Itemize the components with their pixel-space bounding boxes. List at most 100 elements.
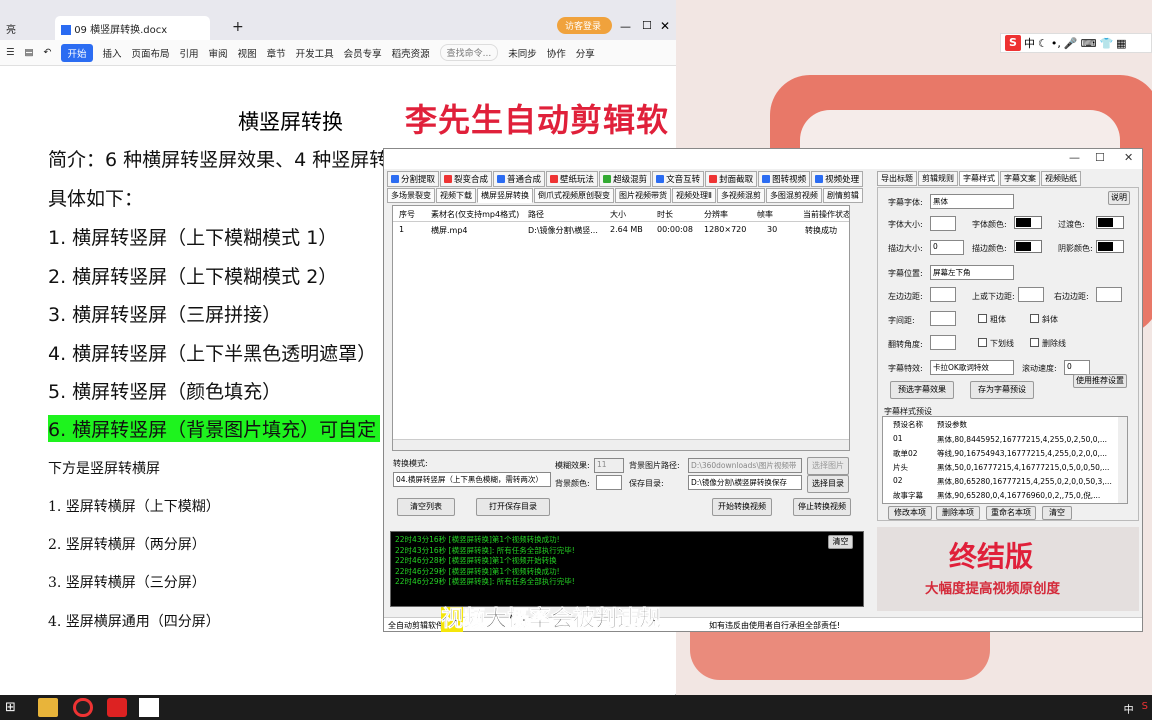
- col-header[interactable]: 序号: [399, 209, 415, 220]
- maximize-icon[interactable]: ☐: [1095, 151, 1105, 164]
- clear-log-button[interactable]: 清空: [828, 535, 853, 549]
- ime-toolbar[interactable]: S 中 ☾ •, 🎤 ⌨ 👕 ▦: [1000, 33, 1152, 53]
- sync-status[interactable]: 未同步: [508, 46, 537, 60]
- mic-icon[interactable]: 🎤: [1064, 37, 1078, 50]
- tab-merge[interactable]: 普通合成: [493, 171, 546, 187]
- preset-col-header[interactable]: 预设参数: [937, 419, 967, 430]
- clear-list-button[interactable]: 清空列表: [397, 498, 455, 516]
- blur-input[interactable]: 11: [594, 458, 624, 473]
- punct-icon[interactable]: •,: [1051, 37, 1061, 50]
- tab-partial[interactable]: 亮: [0, 16, 22, 40]
- table-cell[interactable]: D:\镜像分割\横竖...: [528, 225, 606, 236]
- moon-icon[interactable]: ☾: [1038, 37, 1048, 50]
- transition-color-select[interactable]: [1096, 216, 1124, 229]
- font-color-select[interactable]: [1014, 216, 1042, 229]
- grid-icon[interactable]: ▦: [1116, 37, 1126, 50]
- clear-presets-button[interactable]: 清空: [1042, 506, 1072, 520]
- subtab[interactable]: 视频下载: [436, 188, 476, 203]
- new-tab-button[interactable]: +: [226, 14, 250, 38]
- close-icon[interactable]: ✕: [660, 19, 670, 33]
- bg-color-select[interactable]: [596, 475, 622, 490]
- tab-img-video[interactable]: 图转视频: [758, 171, 811, 187]
- select-image-button[interactable]: 选择图片: [807, 457, 849, 475]
- preview-button[interactable]: 预选字幕效果: [890, 381, 954, 399]
- subtab[interactable]: 剧情剪辑: [822, 188, 863, 203]
- save-preset-button[interactable]: 存为字幕预设: [970, 381, 1034, 399]
- col-header[interactable]: 当前操作状态: [803, 209, 849, 220]
- tab-wallpaper[interactable]: 壁纸玩法: [546, 171, 599, 187]
- preset-name[interactable]: 01: [893, 434, 903, 443]
- preset-col-header[interactable]: 预设名称: [893, 419, 923, 430]
- col-header[interactable]: 大小: [610, 209, 626, 220]
- subtab[interactable]: 多图混剪视频: [765, 188, 822, 203]
- col-header[interactable]: 帧率: [757, 209, 773, 220]
- subtab[interactable]: 多场景裂变: [387, 188, 435, 203]
- mode-select[interactable]: 04.横屏转竖屏（上下黑色模糊，需转两次）: [393, 472, 551, 487]
- undo-icon[interactable]: ↶: [44, 47, 52, 58]
- subtab[interactable]: 图片视频带货: [615, 188, 671, 203]
- search-input[interactable]: 查找命令...: [439, 44, 499, 61]
- horizontal-scrollbar[interactable]: [393, 439, 849, 450]
- spacing-input[interactable]: [930, 311, 956, 326]
- preset-name[interactable]: 02: [893, 476, 903, 485]
- maximize-icon[interactable]: ☐: [642, 19, 652, 32]
- minimize-icon[interactable]: —: [1069, 151, 1080, 164]
- record-icon[interactable]: [73, 698, 93, 717]
- file-explorer-icon[interactable]: [38, 698, 58, 717]
- preset-params[interactable]: 黑体,50,0,16777215,4,16777215,0,5,0,0,50,.…: [937, 462, 1109, 473]
- menu-layout[interactable]: 页面布局: [132, 46, 170, 60]
- file-icon[interactable]: ▤: [25, 47, 34, 58]
- subtab[interactable]: 视频处理Ⅱ: [672, 188, 716, 203]
- use-default-button[interactable]: 使用推荐设置: [1073, 374, 1127, 388]
- file-table[interactable]: 序号 素材名(仅支持mp4格式) 路径 大小 时长 分辨率 帧率 当前操作状态 …: [392, 205, 850, 451]
- preset-params[interactable]: 黑体,80,8445952,16777215,4,255,0,2,50,0,..…: [937, 434, 1107, 445]
- table-cell[interactable]: 2.64 MB: [610, 225, 643, 234]
- keyboard-icon[interactable]: ⌨: [1081, 37, 1097, 50]
- close-icon[interactable]: ✕: [1124, 151, 1133, 164]
- skin-icon[interactable]: 👕: [1099, 37, 1113, 50]
- col-header[interactable]: 分辨率: [704, 209, 728, 220]
- menu-reference[interactable]: 引用: [180, 46, 199, 60]
- preset-name[interactable]: 故事字幕: [893, 490, 923, 501]
- tray-ime-icon[interactable]: S: [1142, 701, 1148, 716]
- tab-text-audio[interactable]: 文音互转: [652, 171, 705, 187]
- subtab-active[interactable]: 横屏竖屏转换: [477, 188, 533, 203]
- start-convert-button[interactable]: 开始转换视频: [712, 498, 772, 516]
- menu-dev[interactable]: 开发工具: [296, 46, 334, 60]
- tab-subtitle-text[interactable]: 字幕文案: [1000, 171, 1040, 186]
- table-cell[interactable]: 横屏.mp4: [431, 225, 468, 236]
- preset-name[interactable]: 片头: [893, 462, 908, 473]
- windows-start-icon[interactable]: ⊞: [5, 698, 25, 717]
- menu-icon[interactable]: ☰: [6, 47, 15, 58]
- app-window-icon[interactable]: [139, 698, 159, 717]
- subtab[interactable]: 多视频混剪: [716, 188, 765, 203]
- select-dir-button[interactable]: 选择目录: [807, 475, 849, 493]
- tray-lang[interactable]: 中: [1124, 701, 1134, 716]
- speed-select[interactable]: 0: [1064, 360, 1090, 375]
- tab-stickers[interactable]: 视频贴纸: [1041, 171, 1081, 186]
- preset-params[interactable]: 黑体,90,65280,0,4,16776960,0,2,,75,0,倪,...: [937, 490, 1100, 501]
- tb-margin-input[interactable]: [1018, 287, 1044, 302]
- visitor-login-button[interactable]: 访客登录: [557, 17, 612, 34]
- pos-select[interactable]: 屏幕左下角: [930, 265, 1014, 280]
- ime-language[interactable]: 中: [1024, 35, 1035, 51]
- strike-checkbox[interactable]: [1030, 338, 1039, 347]
- tab-split[interactable]: 分割提取: [387, 171, 440, 187]
- minimize-icon[interactable]: —: [620, 20, 631, 33]
- italic-checkbox[interactable]: [1030, 314, 1039, 323]
- save-dir-input[interactable]: D:\镜像分割\横竖屏转换保存: [688, 475, 802, 490]
- preset-params[interactable]: 等线,90,16754943,16777215,4,255,0,2,0,0,..…: [937, 448, 1107, 459]
- table-cell[interactable]: 转换成功: [805, 225, 837, 236]
- tab-fission[interactable]: 裂变合成: [440, 171, 493, 187]
- edit-preset-button[interactable]: 修改本项: [888, 506, 932, 520]
- table-cell[interactable]: 30: [767, 225, 777, 234]
- preset-scrollbar[interactable]: [1118, 417, 1127, 503]
- tab-video-process[interactable]: 视频处理: [811, 171, 864, 187]
- table-cell[interactable]: 1: [399, 225, 404, 234]
- subtab[interactable]: 倒爪式视频原创裂变: [534, 188, 614, 203]
- preset-name[interactable]: 歌单02: [893, 448, 918, 459]
- table-cell[interactable]: 00:00:08: [657, 225, 693, 234]
- preset-params[interactable]: 黑体,80,65280,16777215,4,255,0,2,0,0,50,3,…: [937, 476, 1112, 487]
- tab-subtitle-style[interactable]: 字幕样式: [959, 171, 999, 186]
- rename-preset-button[interactable]: 重命名本项: [986, 506, 1036, 520]
